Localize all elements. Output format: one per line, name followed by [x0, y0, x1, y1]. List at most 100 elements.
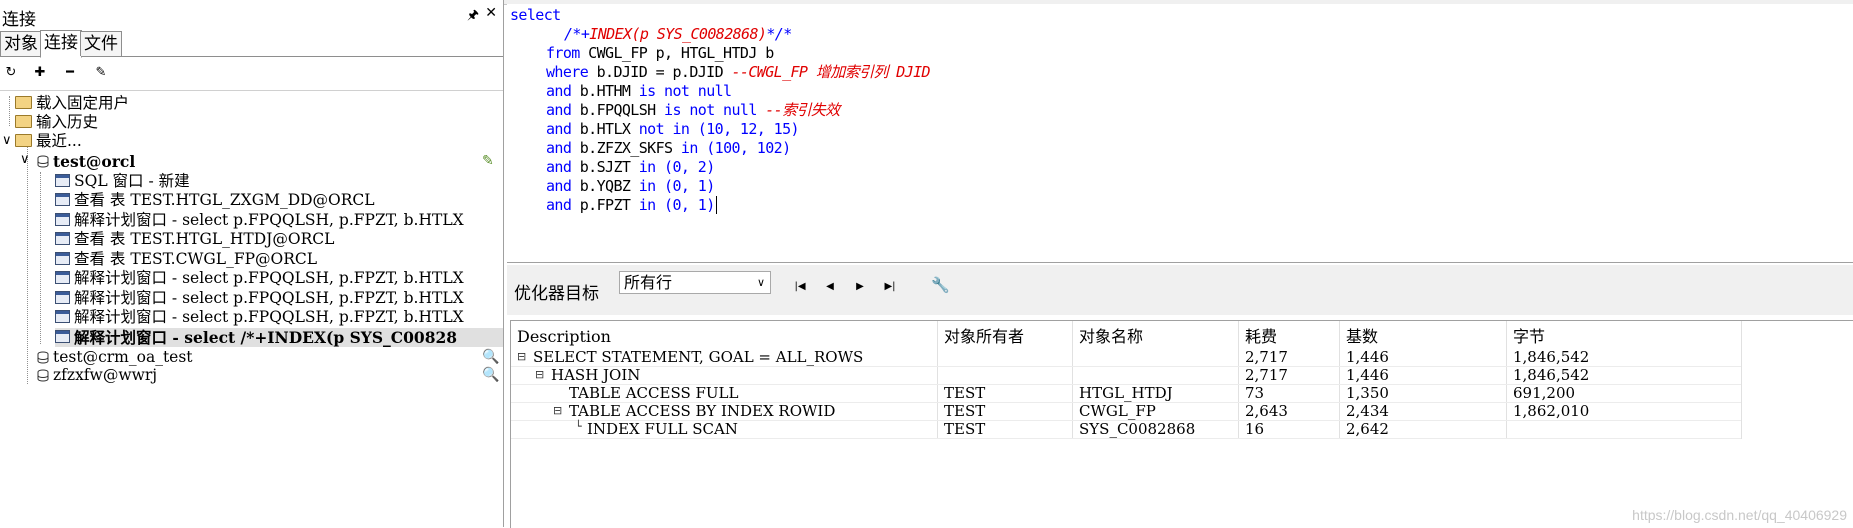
code-line: where b.DJID = p.DJID --CWGL_FP 增加索引列 DJ… [546, 63, 931, 81]
tab-objects[interactable]: 对象 [0, 31, 42, 56]
grid-header-cell[interactable]: 对象名称 [1079, 327, 1143, 347]
tree-window-item[interactable]: 解释计划窗口 - select p.FPQQLSH, p.FPZT, b.HTL… [55, 308, 464, 327]
grid-column-divider [1506, 321, 1507, 439]
remove-icon[interactable]: ━ [61, 64, 79, 82]
tree-item-label: 解释计划窗口 - select p.FPQQLSH, p.FPZT, b.HTL… [74, 269, 464, 287]
tree-item-label: 查看 表 TEST.HTGL_ZXGM_DD@ORCL [74, 191, 375, 209]
folder-icon [15, 134, 32, 147]
folder-icon [15, 96, 32, 109]
tree-item-label: 查看 表 TEST.HTGL_HTDJ@ORCL [74, 230, 335, 248]
connection-item[interactable]: test@crm_oa_test [37, 348, 193, 367]
code-line: and b.HTHM is not null [546, 82, 732, 100]
connection-item[interactable]: zfzxfw@wwrj [37, 366, 157, 385]
plan-object-name: CWGL_FP [1079, 402, 1156, 420]
wrench-icon[interactable]: 🔧 [931, 276, 950, 294]
tree-item-label: 输入历史 [36, 113, 99, 131]
panel-toolbar: ↻ ✚ ━ ✎ [0, 64, 503, 86]
database-icon [37, 368, 49, 382]
database-icon [37, 154, 49, 168]
tree-item-label: 解释计划窗口 - select p.FPQQLSH, p.FPZT, b.HTL… [74, 289, 464, 307]
grid-column-divider [1238, 321, 1239, 439]
code-line: and b.ZFZX_SKFS in (100, 102) [546, 139, 791, 157]
window-icon [55, 252, 70, 265]
connection-test-orcl[interactable]: test@orcl [37, 152, 135, 171]
optimizer-goal-select[interactable]: 所有行 ∨ [619, 271, 771, 294]
plan-description: INDEX FULL SCAN [587, 420, 738, 438]
plan-owner: TEST [944, 402, 986, 420]
pin-icon[interactable]: 🖈 [467, 6, 479, 28]
plan-cardinality: 1,446 [1346, 366, 1389, 384]
window-icon [55, 271, 70, 284]
grid-header-cell[interactable]: 耗费 [1245, 327, 1277, 347]
plan-cardinality: 1,350 [1346, 384, 1389, 402]
first-icon[interactable]: |◀ [790, 277, 810, 297]
plan-cardinality: 1,446 [1346, 348, 1389, 366]
next-icon[interactable]: ▶ [850, 277, 870, 297]
last-icon[interactable]: ▶| [880, 277, 900, 297]
tree-folder[interactable]: 输入历史 [15, 113, 98, 132]
tree-window-item[interactable]: SQL 窗口 - 新建 [55, 172, 190, 191]
tree-item-label: SQL 窗口 - 新建 [74, 172, 190, 190]
tree-window-item[interactable]: 解释计划窗口 - select p.FPQQLSH, p.FPZT, b.HTL… [55, 289, 464, 308]
grid-header-cell[interactable]: 基数 [1346, 327, 1378, 347]
code-line: and b.YQBZ in (0, 1) [546, 177, 715, 195]
plan-object-name: HTGL_HTDJ [1079, 384, 1173, 402]
plan-cost: 2,643 [1245, 402, 1288, 420]
plan-cardinality: 2,642 [1346, 420, 1389, 438]
tree-item-label: 解释计划窗口 - select p.FPQQLSH, p.FPZT, b.HTL… [74, 211, 464, 229]
tree-guide-line [40, 172, 41, 344]
collapse-icon[interactable]: ⊟ [535, 368, 544, 381]
grid-header-cell[interactable]: Description [517, 327, 611, 347]
chevron-down-icon[interactable]: ∨ [2, 133, 12, 148]
explain-plan-grid: Description 对象所有者 对象名称 耗费 基数 字节 ⊟ SELECT STATEM… [510, 320, 1853, 528]
window-icon [55, 193, 70, 206]
refresh-icon[interactable]: ↻ [2, 64, 20, 82]
plan-description: SELECT STATEMENT, GOAL = ALL_ROWS [533, 348, 864, 366]
tree-window-item[interactable]: 查看 表 TEST.HTGL_HTDJ@ORCL [55, 230, 334, 249]
tree-item-label: test@crm_oa_test [53, 348, 193, 366]
plan-bytes: 1,846,542 [1513, 366, 1590, 384]
grid-row-line [511, 438, 1741, 439]
grid-column-divider [1339, 321, 1340, 439]
tree-window-item[interactable]: 解释计划窗口 - select /*+INDEX(p SYS_C00828 [55, 328, 503, 347]
add-icon[interactable]: ✚ [31, 64, 49, 82]
tree-item-label: 解释计划窗口 - select p.FPQQLSH, p.FPZT, b.HTL… [74, 308, 464, 326]
collapse-icon[interactable]: ⊟ [517, 350, 526, 363]
tree-guide-line [9, 96, 10, 126]
window-icon [55, 330, 70, 343]
prev-icon[interactable]: ◀ [820, 277, 840, 297]
database-icon [37, 350, 49, 364]
connected-icon: ✎ [482, 153, 494, 169]
plan-toolbar: 优化器目标 所有行 ∨ |◀ ◀ ▶ ▶| 🔧 [507, 265, 1853, 315]
panel-header: 连接 🖈 ✕ [0, 4, 503, 30]
tab-files[interactable]: 文件 [80, 31, 122, 56]
window-icon [55, 291, 70, 304]
window-icon [55, 174, 70, 187]
plan-description: HASH JOIN [551, 366, 641, 384]
code-line: and b.SJZT in (0, 2) [546, 158, 715, 176]
window-icon [55, 232, 70, 245]
chevron-down-icon[interactable]: ∨ [20, 152, 30, 167]
sql-editor[interactable]: select/*+INDEX(p SYS_C0082868)*/* from CW… [507, 4, 1853, 263]
tree-window-item[interactable]: 解释计划窗口 - select p.FPQQLSH, p.FPZT, b.HTL… [55, 269, 464, 288]
tree-item-label: 解释计划窗口 - select /*+INDEX(p SYS_C00828 [74, 328, 458, 347]
search-icon[interactable]: 🔍 [482, 349, 499, 365]
tree-folder[interactable]: 载入固定用户 [15, 94, 129, 113]
tree-window-item[interactable]: 解释计划窗口 - select p.FPQQLSH, p.FPZT, b.HTL… [55, 211, 464, 230]
tree-folder[interactable]: 最近... [15, 132, 82, 151]
tab-connections[interactable]: 连接 [40, 30, 82, 58]
search-icon[interactable]: 🔍 [482, 367, 499, 383]
grid-header-cell[interactable]: 对象所有者 [944, 327, 1024, 347]
code-line: and b.FPQQLSH is not null --索引失效 [546, 101, 840, 119]
properties-icon[interactable]: ✎ [92, 64, 110, 82]
tree-window-item[interactable]: 查看 表 TEST.HTGL_ZXGM_DD@ORCL [55, 191, 375, 210]
plan-bytes: 1,862,010 [1513, 402, 1590, 420]
tree-window-item[interactable]: 查看 表 TEST.CWGL_FP@ORCL [55, 250, 317, 269]
tree-guide-line [27, 140, 28, 384]
panel-tabs: 对象 连接 文件 [0, 30, 503, 58]
window-icon [55, 310, 70, 323]
grid-header-cell[interactable]: 字节 [1513, 327, 1545, 347]
plan-cost: 2,717 [1245, 348, 1288, 366]
close-icon[interactable]: ✕ [485, 5, 497, 21]
collapse-icon[interactable]: ⊟ [553, 404, 562, 417]
